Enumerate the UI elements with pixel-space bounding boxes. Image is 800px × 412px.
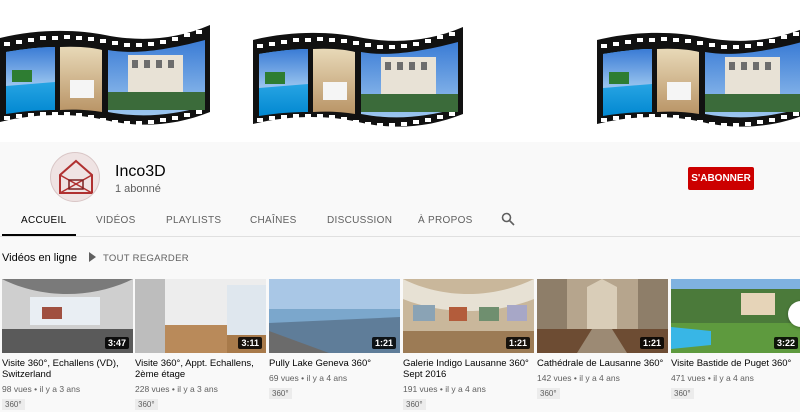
video-duration: 3:47: [104, 337, 129, 349]
video-duration: 3:11: [238, 337, 262, 349]
upload-age: il y a 4 ans: [579, 373, 620, 383]
view-count: 191 vues: [403, 384, 438, 394]
video-thumbnail[interactable]: 1:21: [269, 279, 400, 353]
tab-videos[interactable]: VIDÉOS: [96, 215, 136, 226]
video-title[interactable]: Pully Lake Geneva 360°: [269, 358, 400, 369]
video-card[interactable]: 3:22 Visite Bastide de Puget 360° 471 vu…: [671, 279, 800, 401]
video-title[interactable]: Visite 360°, Echallens (VD), Switzerland: [2, 358, 133, 380]
tab-a-propos[interactable]: À PROPOS: [418, 215, 473, 226]
video-meta: 191 vues • il y a 4 ans: [403, 384, 486, 394]
360-badge: 360°: [2, 399, 25, 410]
upload-age: il y a 3 ans: [177, 384, 218, 394]
video-card[interactable]: 1:21 Galerie Indigo Lausanne 360° Sept 2…: [403, 279, 534, 412]
video-meta: 69 vues • il y a 4 ans: [269, 373, 348, 383]
subscribe-button[interactable]: S'ABONNER: [688, 167, 754, 190]
video-card[interactable]: 3:11 Visite 360°, Appt. Echallens, 2ème …: [135, 279, 266, 412]
video-duration: 1:21: [505, 337, 530, 349]
upload-age: il y a 4 ans: [306, 373, 348, 383]
video-meta: 98 vues • il y a 3 ans: [2, 384, 81, 394]
tab-discussion[interactable]: DISCUSSION: [327, 215, 392, 226]
360-badge: 360°: [135, 399, 158, 410]
play-all-label: TOUT REGARDER: [103, 253, 189, 264]
view-count: 98 vues: [2, 384, 32, 394]
view-count: 471 vues: [671, 373, 706, 383]
video-thumbnail[interactable]: 1:21: [537, 279, 668, 353]
search-icon[interactable]: [501, 212, 515, 226]
channel-home-content: Vidéos en ligne TOUT REGARDER 3:47 Visit…: [0, 237, 800, 412]
view-count: 228 vues: [135, 384, 170, 394]
channel-header: Inco3D 1 abonné S'ABONNER ACCUEIL VIDÉOS…: [0, 142, 800, 236]
360-badge: 360°: [671, 388, 694, 399]
video-duration: 1:21: [371, 337, 396, 349]
tab-playlists[interactable]: PLAYLISTS: [166, 215, 221, 226]
inco3d-logo-icon: [59, 159, 93, 194]
view-count: 142 vues: [537, 373, 572, 383]
channel-banner: [0, 0, 800, 142]
360-badge: 360°: [403, 399, 426, 410]
upload-age: il y a 4 ans: [713, 373, 754, 383]
video-title[interactable]: Visite Bastide de Puget 360°: [671, 358, 800, 369]
video-title[interactable]: Galerie Indigo Lausanne 360° Sept 2016: [403, 358, 534, 380]
video-meta: 142 vues • il y a 4 ans: [537, 373, 620, 383]
video-title[interactable]: Cathédrale de Lausanne 360°: [537, 358, 668, 369]
upload-age: il y a 4 ans: [445, 384, 486, 394]
view-count: 69 vues: [269, 373, 299, 383]
360-badge: 360°: [537, 388, 560, 399]
play-icon: [89, 252, 96, 262]
video-card[interactable]: 1:21 Pully Lake Geneva 360° 69 vues • il…: [269, 279, 400, 401]
film-strip-banner-image: [0, 25, 800, 127]
video-card[interactable]: 3:47 Visite 360°, Echallens (VD), Switze…: [2, 279, 133, 412]
tab-chaines[interactable]: CHAÎNES: [250, 215, 297, 226]
video-card[interactable]: 1:21 Cathédrale de Lausanne 360° 142 vue…: [537, 279, 668, 401]
channel-name: Inco3D: [115, 163, 166, 180]
video-title[interactable]: Visite 360°, Appt. Echallens, 2ème étage: [135, 358, 266, 380]
subscriber-count: 1 abonné: [115, 183, 161, 195]
video-duration: 3:22: [773, 337, 798, 349]
video-meta: 471 vues • il y a 4 ans: [671, 373, 754, 383]
upload-age: il y a 3 ans: [39, 384, 81, 394]
video-thumbnail[interactable]: 1:21: [403, 279, 534, 353]
video-thumbnail[interactable]: 3:47: [2, 279, 133, 353]
channel-tabs: ACCUEIL VIDÉOS PLAYLISTS CHAÎNES DISCUSS…: [0, 210, 800, 236]
video-thumbnail[interactable]: 3:22: [671, 279, 800, 353]
tab-accueil[interactable]: ACCUEIL: [21, 215, 66, 226]
video-meta: 228 vues • il y a 3 ans: [135, 384, 218, 394]
section-title[interactable]: Vidéos en ligne: [2, 252, 77, 264]
play-all-button[interactable]: TOUT REGARDER: [89, 252, 189, 264]
channel-avatar[interactable]: [50, 152, 100, 202]
video-duration: 1:21: [639, 337, 664, 349]
video-thumbnail[interactable]: 3:11: [135, 279, 266, 353]
360-badge: 360°: [269, 388, 292, 399]
